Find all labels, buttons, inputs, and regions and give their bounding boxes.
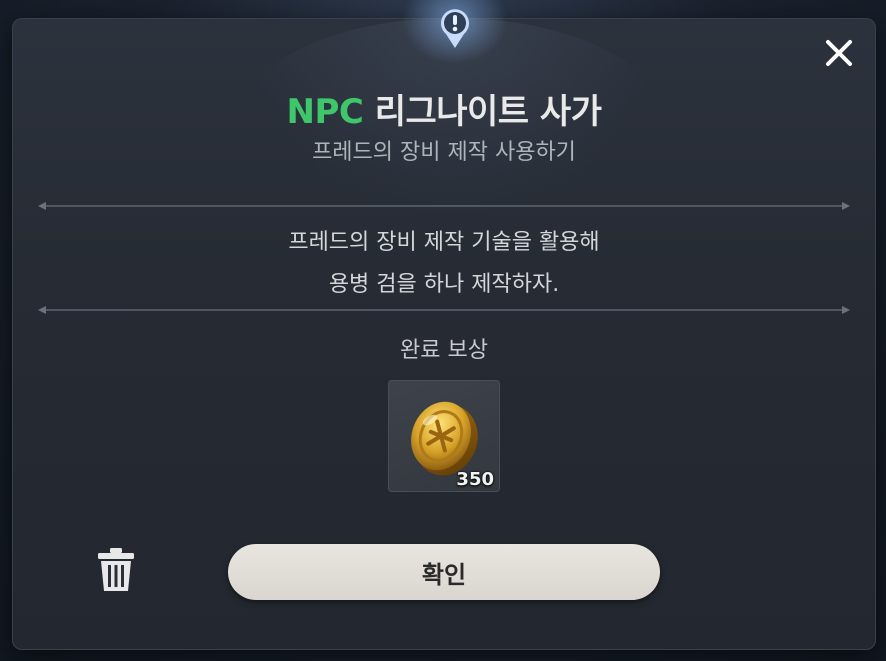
quest-title: NPC 리그나이트 사가	[12, 84, 876, 133]
quest-dialog: NPC 리그나이트 사가 프레드의 장비 제작 사용하기 프레드의 장비 제작 …	[12, 0, 876, 650]
quest-description: 프레드의 장비 제작 기술을 활용해 용병 검을 하나 제작하자.	[12, 222, 876, 306]
confirm-button[interactable]: 확인	[228, 544, 660, 600]
description-line-1: 프레드의 장비 제작 기술을 활용해	[288, 230, 600, 255]
abandon-quest-button[interactable]	[92, 544, 140, 596]
description-line-2: 용병 검을 하나 제작하자.	[328, 272, 560, 297]
confirm-button-label: 확인	[421, 560, 467, 589]
reward-quantity: 350	[456, 469, 494, 490]
reward-label: 완료 보상	[400, 338, 488, 363]
divider-bottom	[38, 306, 850, 314]
close-icon	[826, 40, 852, 66]
quest-subtitle: 프레드의 장비 제작 사용하기	[312, 140, 576, 165]
close-button[interactable]	[820, 34, 858, 72]
title-quest-name: 리그나이트 사가	[374, 92, 602, 132]
alert-marker-icon	[402, 0, 508, 64]
title-npc-tag: NPC	[286, 92, 364, 132]
trash-icon	[98, 548, 134, 591]
divider-top	[38, 202, 850, 210]
reward-item-slot[interactable]: 350	[388, 380, 500, 492]
